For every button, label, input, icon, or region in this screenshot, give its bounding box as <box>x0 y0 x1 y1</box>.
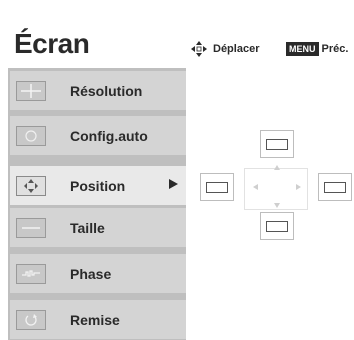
submenu-arrow-icon <box>169 179 178 189</box>
osd-screen: Écran Déplacer MENU Préc. Résolution Con… <box>0 0 354 340</box>
right-arrow-icon <box>296 184 301 190</box>
position-left-box[interactable] <box>200 173 234 201</box>
phase-wave-icon <box>16 263 46 284</box>
menu-item-autoconfig[interactable]: Config.auto <box>10 116 186 155</box>
position-arrows-icon <box>16 175 46 196</box>
menu-item-label: Résolution <box>70 82 143 99</box>
menu-item-reset[interactable]: Remise <box>10 300 186 339</box>
position-right-box[interactable] <box>318 173 352 201</box>
autoconfig-circle-icon <box>16 125 46 146</box>
menu-item-label: Taille <box>70 219 105 236</box>
position-down-box[interactable] <box>260 212 294 240</box>
menu-item-phase[interactable]: Phase <box>10 254 186 293</box>
menu-item-label: Remise <box>70 311 120 328</box>
menu-item-label: Position <box>70 177 126 194</box>
menu-item-label: Config.auto <box>70 127 148 144</box>
move-hint-label: Déplacer <box>213 43 260 55</box>
left-arrow-icon <box>253 184 258 190</box>
menu-item-size[interactable]: Taille <box>10 208 186 247</box>
up-arrow-icon <box>274 165 280 170</box>
size-line-icon <box>16 217 46 238</box>
menu-item-position[interactable]: Position <box>10 166 186 205</box>
down-arrow-icon <box>274 203 280 208</box>
menu-key-badge: MENU <box>286 42 319 56</box>
menu-item-label: Phase <box>70 265 112 282</box>
position-up-box[interactable] <box>260 130 294 158</box>
resolution-grid-icon <box>16 80 46 101</box>
back-hint[interactable]: MENU Préc. <box>286 41 348 57</box>
menu-item-resolution[interactable]: Résolution <box>10 71 186 110</box>
page-title: Écran <box>14 28 90 59</box>
back-hint-label: Préc. <box>321 43 349 55</box>
reset-circular-icon <box>16 309 46 330</box>
move-hint: Déplacer <box>190 41 259 57</box>
four-way-arrows-icon <box>191 41 207 57</box>
